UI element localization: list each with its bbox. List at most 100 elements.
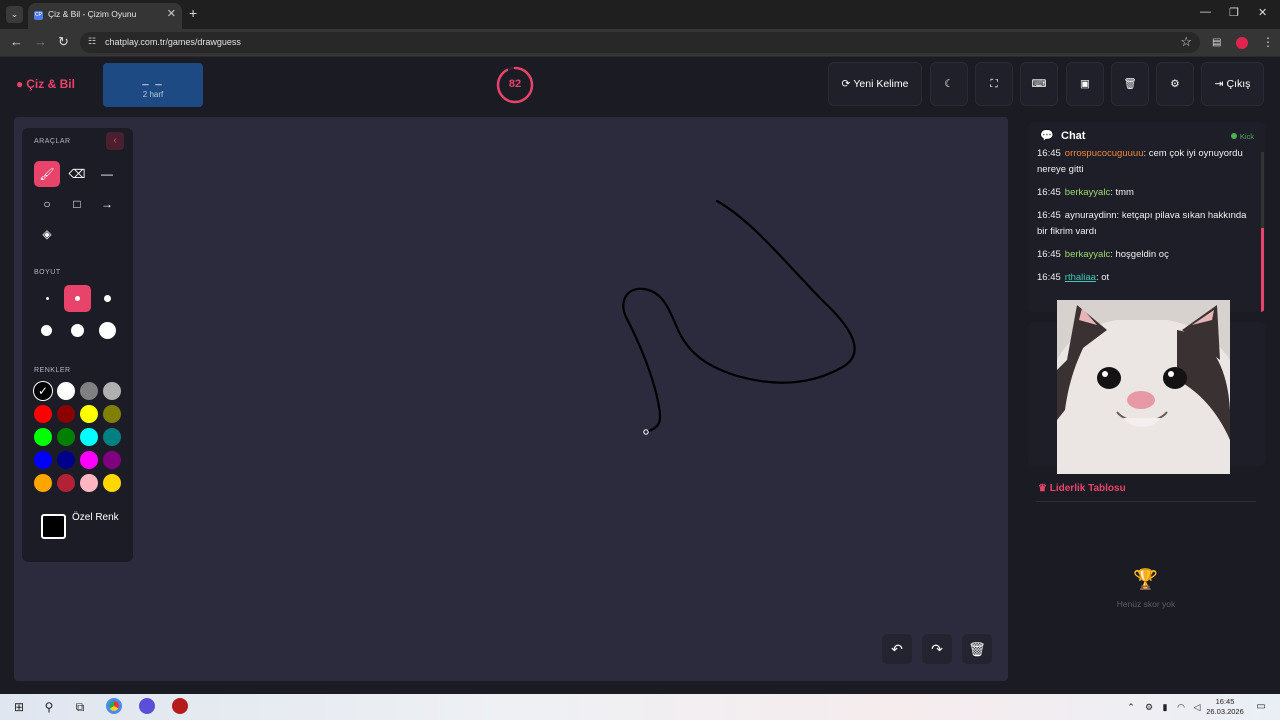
size-option-4[interactable] (41, 325, 52, 336)
eraser-tool-button[interactable]: ⌫ (64, 161, 90, 187)
profile-avatar[interactable] (1236, 37, 1248, 49)
new-word-label: Yeni Kelime (853, 78, 909, 90)
redo-button[interactable]: ↷ (922, 634, 952, 664)
divider (1036, 501, 1256, 502)
color-swatch[interactable] (103, 474, 121, 492)
tab-title: Çiz & Bil - Çizim Oyunu (48, 9, 137, 19)
custom-color-picker[interactable] (41, 514, 66, 539)
new-word-button[interactable]: ⟳ Yeni Kelime (828, 62, 922, 106)
message-user[interactable]: aynuraydinn (1065, 210, 1117, 221)
site-info-icon[interactable]: ☷ (88, 36, 96, 47)
refresh-icon: ⟳ (841, 78, 851, 90)
restore-icon[interactable]: ❐ (1229, 6, 1239, 19)
size-option-6[interactable] (99, 322, 116, 339)
forward-icon[interactable]: → (34, 34, 47, 49)
system-clock[interactable]: 16:45 26.03.2026 (1200, 697, 1250, 717)
drawing-canvas[interactable] (14, 117, 1008, 681)
keyboard-button[interactable]: ⌨ (1020, 62, 1058, 106)
back-icon[interactable]: ← (10, 34, 23, 49)
color-swatch[interactable] (57, 382, 75, 400)
task-view-icon[interactable]: ⧉ (71, 698, 89, 716)
color-swatch[interactable] (80, 474, 98, 492)
custom-color-label: Özel Renk (72, 512, 119, 523)
color-swatch[interactable] (80, 451, 98, 469)
size-option-5[interactable] (71, 324, 84, 337)
address-bar[interactable]: ☷ chatplay.com.tr/games/drawguess ☆ (80, 32, 1200, 53)
status-dot-icon (1230, 133, 1237, 139)
clear-canvas-button[interactable]: 🗑 (962, 634, 992, 664)
browser-tab[interactable]: CP Çiz & Bil - Çizim Oyunu ✕ (28, 3, 182, 29)
exit-button[interactable]: ⇥ Çıkış (1201, 62, 1264, 106)
chat-title: Chat (1061, 130, 1086, 142)
fullscreen-button[interactable]: ⛶ (975, 62, 1013, 106)
settings-button[interactable]: ⚙ (1156, 62, 1194, 106)
arrow-tool-button[interactable]: → (94, 191, 120, 217)
color-swatch[interactable] (57, 451, 75, 469)
undo-button[interactable]: ↶ (882, 634, 912, 664)
color-swatch[interactable] (103, 451, 121, 469)
app-icon[interactable] (172, 698, 188, 714)
color-swatch[interactable] (57, 428, 75, 446)
browser-menu-icon[interactable]: ⋮ (1262, 35, 1274, 49)
color-swatch[interactable] (57, 405, 75, 423)
collapse-panel-button[interactable]: ‹ (106, 132, 124, 150)
chat-scroll-thumb[interactable] (1261, 228, 1264, 312)
color-swatch[interactable] (103, 382, 121, 400)
new-tab-icon[interactable]: + (189, 5, 197, 21)
size-option-3[interactable] (104, 295, 111, 302)
moon-icon: ☾ (944, 78, 954, 90)
kick-label: Kick (1239, 132, 1254, 141)
size-option-1[interactable] (46, 297, 49, 300)
trophy-icon: 🏆 (1133, 569, 1158, 591)
bookmark-star-icon[interactable]: ☆ (1180, 34, 1192, 50)
color-swatch[interactable] (34, 474, 52, 492)
color-swatch[interactable] (80, 405, 98, 423)
clock-time: 16:45 (1215, 697, 1235, 706)
color-swatch[interactable] (80, 382, 98, 400)
logo-text: Çiz & Bil (26, 77, 75, 91)
rectangle-tool-button[interactable]: □ (64, 191, 90, 217)
favicon-icon: CP (34, 11, 43, 20)
archive-icon: ▣ (1080, 78, 1090, 90)
brush-tool-button[interactable]: 🖌 (34, 161, 60, 187)
crown-icon: ♛ (1038, 483, 1050, 494)
delete-button[interactable]: 🗑 (1111, 62, 1149, 106)
window-close-icon[interactable]: ✕ (1258, 6, 1267, 19)
message-time: 16:45 (1037, 249, 1061, 260)
color-swatch[interactable] (34, 405, 52, 423)
start-windows-icon[interactable]: ⊞ (10, 698, 28, 716)
message-user[interactable]: berkayyalc (1065, 249, 1110, 260)
tab-search-icon[interactable]: ⌄ (6, 6, 23, 23)
chat-scrollbar[interactable] (1261, 152, 1264, 312)
tab-close-icon[interactable]: ✕ (167, 7, 176, 20)
chat-message-list[interactable]: 16:45 orrospucocuguuuu: cem çok iyi oynuy… (1037, 146, 1257, 293)
notification-icon[interactable]: ▭ (1252, 698, 1270, 716)
color-swatch[interactable] (80, 428, 98, 446)
line-tool-button[interactable]: — (94, 161, 120, 187)
theme-toggle-button[interactable]: ☾ (930, 62, 968, 106)
extensions-icon[interactable]: ▤ (1212, 37, 1221, 48)
tray-chevron-icon[interactable]: ⌃ (1122, 698, 1140, 716)
size-option-2[interactable] (75, 296, 80, 301)
message-user[interactable]: berkayyalc (1065, 187, 1110, 198)
app-logo[interactable]: ● Çiz & Bil (16, 77, 75, 91)
color-swatch[interactable]: ✓ (34, 382, 52, 400)
color-swatch[interactable] (57, 474, 75, 492)
message-text: tmm (1115, 187, 1134, 198)
discord-app-icon[interactable] (139, 698, 155, 714)
browser-toolbar: ← → ↻ ☷ chatplay.com.tr/games/drawguess … (0, 29, 1280, 57)
archive-button[interactable]: ▣ (1066, 62, 1104, 106)
color-swatch[interactable] (34, 451, 52, 469)
minimize-icon[interactable]: — (1200, 6, 1211, 18)
chrome-app-icon[interactable] (106, 698, 122, 714)
message-user[interactable]: orrospucocuguuuu (1065, 148, 1144, 159)
color-swatch[interactable] (103, 428, 121, 446)
chat-message: 16:45 rthaliaa: ot (1037, 270, 1257, 286)
color-swatch[interactable] (34, 428, 52, 446)
fill-bucket-tool-button[interactable]: ◈ (34, 221, 60, 247)
search-icon[interactable]: ⚲ (40, 698, 58, 716)
message-user[interactable]: rthaliaa (1065, 272, 1096, 283)
circle-tool-button[interactable]: ○ (34, 191, 60, 217)
reload-icon[interactable]: ↻ (58, 34, 69, 50)
color-swatch[interactable] (103, 405, 121, 423)
